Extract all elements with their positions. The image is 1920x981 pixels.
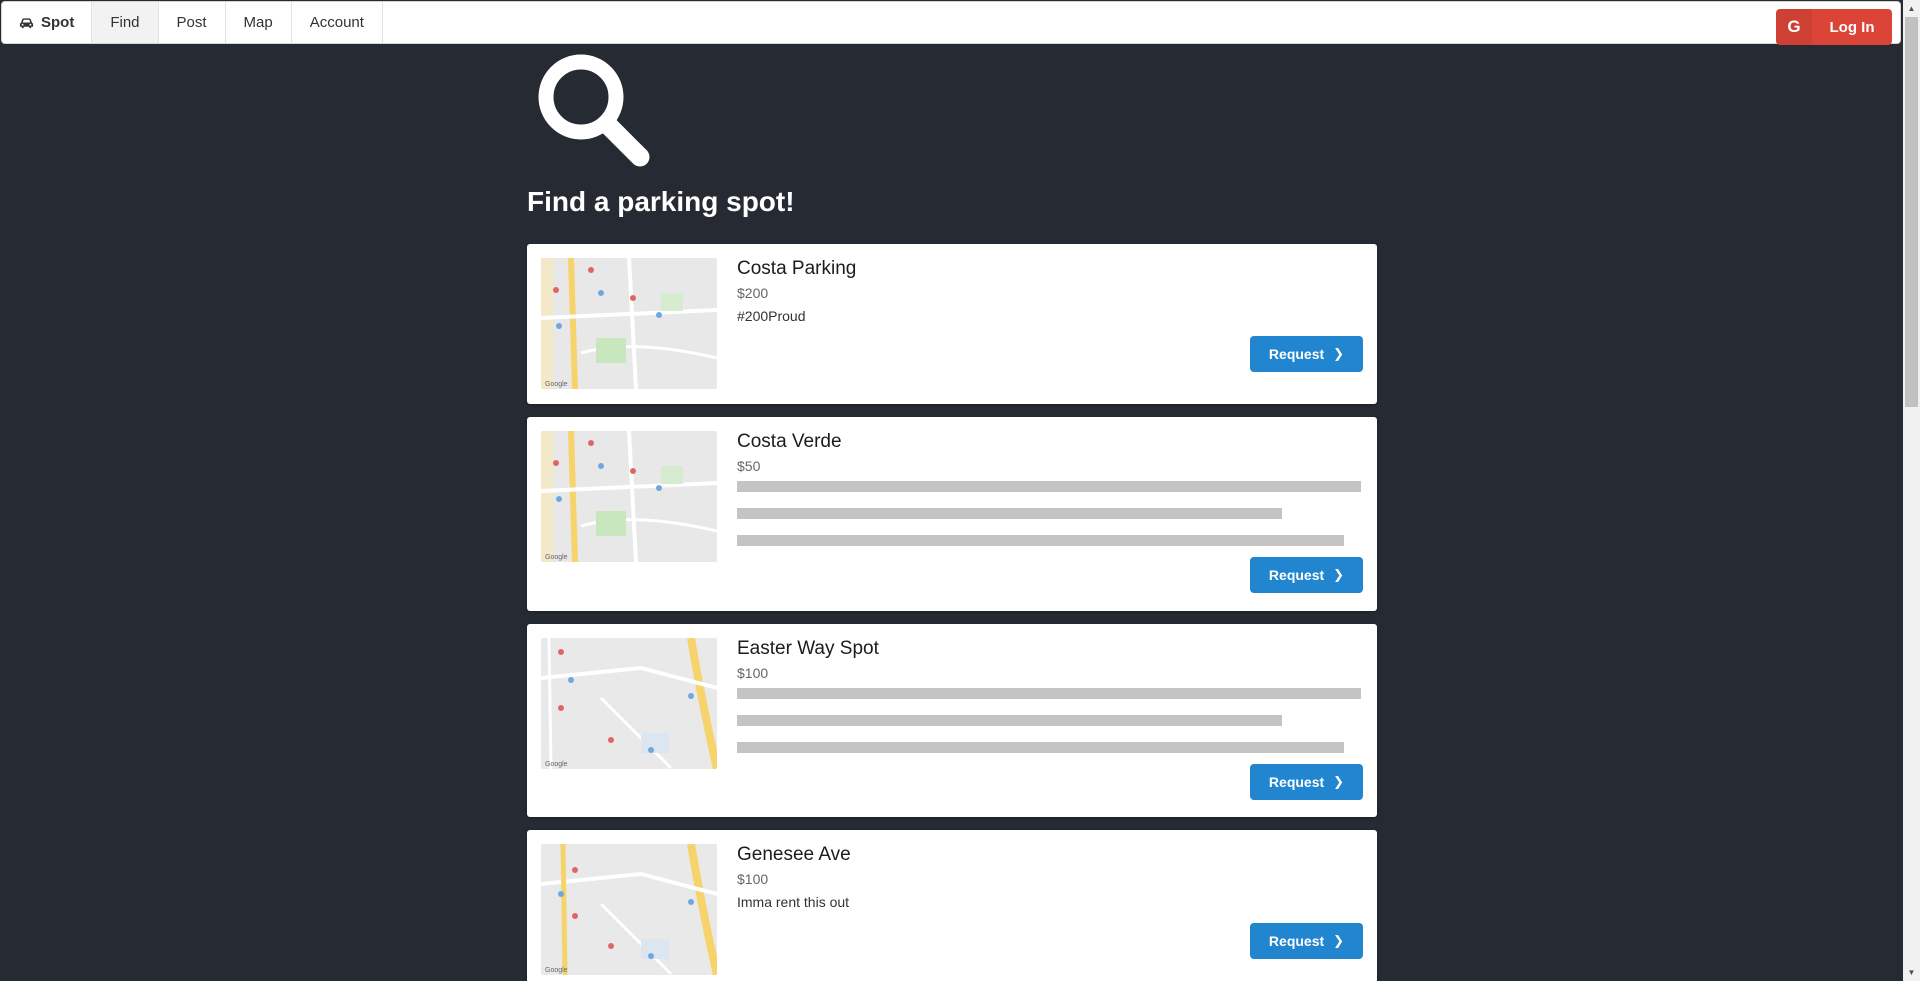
- nav-account[interactable]: Account: [292, 2, 383, 43]
- brand-label: Spot: [41, 14, 75, 31]
- google-login-button[interactable]: G Log In: [1776, 9, 1892, 45]
- listing-name: Easter Way Spot: [737, 638, 879, 659]
- listing-name: Genesee Ave: [737, 844, 851, 865]
- listing-name: Costa Verde: [737, 431, 842, 452]
- scroll-thumb[interactable]: [1905, 17, 1918, 407]
- request-button[interactable]: Request ❯: [1250, 764, 1363, 800]
- listing-price: $100: [737, 871, 769, 887]
- svg-text:Google: Google: [545, 761, 568, 768]
- top-menu: Spot Find Post Map Account G Log In: [1, 1, 1901, 45]
- listing-card: Google Easter Way Spot $100 Request ❯: [527, 624, 1377, 817]
- request-button[interactable]: Request ❯: [1250, 557, 1363, 593]
- listing-description: Imma rent this out: [737, 894, 850, 910]
- request-label: Request: [1268, 567, 1325, 583]
- placeholder-line: [737, 742, 1344, 753]
- map-thumbnail[interactable]: Google: [541, 844, 717, 975]
- placeholder-line: [737, 535, 1344, 546]
- placeholder-line: [737, 481, 1361, 492]
- listing-card: Google Costa Parking $200 #200Proud Requ…: [527, 244, 1377, 404]
- listing-price: $200: [737, 285, 769, 301]
- request-label: Request: [1268, 346, 1325, 362]
- listing-price: $50: [737, 458, 761, 474]
- placeholder-line: [737, 688, 1361, 699]
- brand-link[interactable]: Spot: [2, 2, 93, 43]
- listing-name: Costa Parking: [737, 258, 857, 279]
- svg-text:Google: Google: [545, 554, 568, 561]
- page-title: Find a parking spot!: [527, 186, 795, 217]
- google-icon: G: [1776, 9, 1812, 45]
- nav-find[interactable]: Find: [92, 2, 159, 43]
- map-thumbnail[interactable]: Google: [541, 638, 717, 769]
- request-label: Request: [1268, 774, 1325, 790]
- listing-description: #200Proud: [737, 308, 806, 324]
- chevron-right-icon: ❯: [1333, 346, 1345, 361]
- nav-post[interactable]: Post: [159, 2, 226, 43]
- listing-card: Google Costa Verde $50 Request ❯: [527, 417, 1377, 611]
- map-thumbnail[interactable]: Google: [541, 431, 717, 562]
- chevron-right-icon: ❯: [1333, 933, 1345, 948]
- scroll-down-icon[interactable]: ▼: [1903, 964, 1920, 981]
- scroll-up-icon[interactable]: ▲: [1903, 0, 1920, 17]
- listing-price: $100: [737, 665, 769, 681]
- request-button[interactable]: Request ❯: [1250, 336, 1363, 372]
- request-button[interactable]: Request ❯: [1250, 923, 1363, 959]
- chevron-right-icon: ❯: [1333, 567, 1345, 582]
- svg-text:Google: Google: [545, 381, 568, 388]
- request-label: Request: [1268, 933, 1325, 949]
- page-scrollbar[interactable]: ▲ ▼: [1903, 0, 1920, 981]
- search-icon: [538, 54, 650, 167]
- nav-map[interactable]: Map: [226, 2, 292, 43]
- login-label: Log In: [1829, 18, 1875, 36]
- placeholder-line: [737, 715, 1282, 726]
- placeholder-line: [737, 508, 1282, 519]
- car-icon: [19, 17, 34, 28]
- chevron-right-icon: ❯: [1333, 774, 1345, 789]
- svg-text:Google: Google: [545, 967, 568, 974]
- listing-card: Google Genesee Ave $100 Imma rent this o…: [527, 830, 1377, 981]
- map-thumbnail[interactable]: Google: [541, 258, 717, 389]
